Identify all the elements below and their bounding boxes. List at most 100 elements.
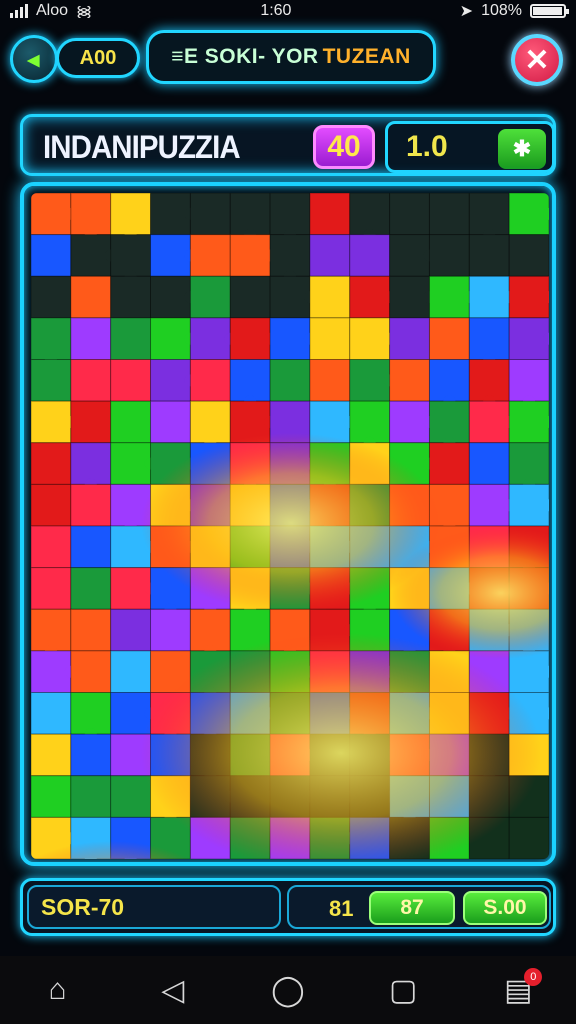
puzzle-piece[interactable] <box>229 193 271 236</box>
puzzle-piece[interactable] <box>189 275 231 319</box>
puzzle-piece[interactable] <box>31 775 72 818</box>
circle-home-icon[interactable]: ◯ <box>260 962 316 1018</box>
moves-value: 81 <box>329 896 354 921</box>
title-part-2: TUZEAN <box>322 45 411 68</box>
puzzle-piece[interactable] <box>508 359 549 402</box>
puzzle-piece[interactable] <box>269 234 311 277</box>
title-part-1: ≡E SOKI- YOR <box>171 45 319 68</box>
score-value: 1.0 <box>406 130 448 163</box>
location-icon: ➤ <box>459 3 474 20</box>
back-triangle-icon[interactable]: ◁ <box>145 962 201 1018</box>
puzzle-piece[interactable] <box>110 234 152 277</box>
puzzle-grid[interactable] <box>31 193 549 859</box>
puzzle-piece[interactable] <box>110 608 152 652</box>
battery-icon <box>530 4 569 18</box>
puzzle-piece[interactable] <box>229 359 271 402</box>
puzzle-piece[interactable] <box>31 442 72 485</box>
hint-button[interactable]: ✱ <box>498 129 546 169</box>
puzzle-piece[interactable] <box>31 733 72 777</box>
back-button[interactable]: ▼ <box>10 35 58 83</box>
puzzle-piece[interactable] <box>31 608 72 652</box>
puzzle-piece[interactable] <box>70 733 112 777</box>
puzzle-piece[interactable] <box>31 483 72 527</box>
home-icon[interactable]: ⌂ <box>30 962 86 1018</box>
puzzle-piece[interactable] <box>70 567 112 610</box>
puzzle-piece[interactable] <box>468 193 510 236</box>
puzzle-piece[interactable] <box>110 275 152 319</box>
chart-notification-icon[interactable]: ▤ 0 <box>490 962 546 1018</box>
puzzle-piece[interactable] <box>70 692 112 735</box>
puzzle-piece[interactable] <box>70 400 112 444</box>
puzzle-piece[interactable] <box>468 317 510 360</box>
puzzle-piece[interactable] <box>508 442 549 485</box>
puzzle-piece[interactable] <box>150 400 191 444</box>
puzzle-piece[interactable] <box>349 193 391 236</box>
puzzle-piece[interactable] <box>31 692 72 735</box>
puzzle-piece[interactable] <box>70 650 112 693</box>
wifi-icon: ᯼ <box>76 3 93 20</box>
info-bar: INDANIPUZZIA 40 1.0 ✱ <box>20 114 556 176</box>
puzzle-piece[interactable] <box>70 442 112 485</box>
puzzle-piece[interactable] <box>428 193 470 236</box>
puzzle-piece[interactable] <box>269 359 311 402</box>
puzzle-piece[interactable] <box>70 275 112 319</box>
puzzle-piece[interactable] <box>70 525 112 569</box>
puzzle-piece[interactable] <box>508 816 549 859</box>
puzzle-piece[interactable] <box>110 400 152 444</box>
puzzle-piece[interactable] <box>389 193 430 236</box>
puzzle-piece[interactable] <box>110 650 152 693</box>
close-button[interactable]: ✕ <box>511 34 563 86</box>
puzzle-piece[interactable] <box>110 317 152 360</box>
buy-button[interactable]: S.00 <box>463 891 547 925</box>
puzzle-piece[interactable] <box>70 775 112 818</box>
puzzle-piece[interactable] <box>428 400 470 444</box>
puzzle-piece[interactable] <box>189 608 231 652</box>
status-bar: Aloo ᯼ 1:60 ➤ 108% <box>0 0 576 22</box>
puzzle-piece[interactable] <box>70 483 112 527</box>
puzzle-piece[interactable] <box>229 275 271 319</box>
puzzle-piece[interactable] <box>428 442 470 485</box>
puzzle-board[interactable] <box>31 193 549 859</box>
puzzle-piece[interactable] <box>189 400 231 444</box>
puzzle-piece[interactable] <box>31 359 72 402</box>
puzzle-piece[interactable] <box>150 608 191 652</box>
puzzle-piece[interactable] <box>269 193 311 236</box>
puzzle-piece[interactable] <box>468 234 510 277</box>
puzzle-piece[interactable] <box>508 234 549 277</box>
level-badge: 40 <box>313 125 375 169</box>
puzzle-piece[interactable] <box>468 442 510 485</box>
puzzle-piece[interactable] <box>31 234 72 277</box>
puzzle-piece[interactable] <box>309 275 351 319</box>
puzzle-piece[interactable] <box>309 234 351 277</box>
puzzle-piece[interactable] <box>389 359 430 402</box>
puzzle-piece[interactable] <box>349 234 391 277</box>
shuffle-button[interactable]: 87 <box>369 891 455 925</box>
buy-label: S.00 <box>483 896 527 919</box>
puzzle-piece[interactable] <box>309 193 351 236</box>
puzzle-piece[interactable] <box>31 567 72 610</box>
puzzle-piece[interactable] <box>31 317 72 360</box>
puzzle-piece[interactable] <box>70 608 112 652</box>
puzzle-piece[interactable] <box>309 317 351 360</box>
puzzle-piece[interactable] <box>70 359 112 402</box>
square-recents-icon[interactable]: ▢ <box>375 962 431 1018</box>
puzzle-piece[interactable] <box>189 234 231 277</box>
puzzle-piece[interactable] <box>70 193 112 236</box>
puzzle-piece[interactable] <box>70 317 112 360</box>
puzzle-piece[interactable] <box>428 317 470 360</box>
puzzle-piece[interactable] <box>110 775 152 818</box>
puzzle-piece[interactable] <box>428 359 470 402</box>
puzzle-piece[interactable] <box>428 234 470 277</box>
puzzle-piece[interactable] <box>31 525 72 569</box>
puzzle-piece[interactable] <box>110 193 152 236</box>
puzzle-piece[interactable] <box>309 359 351 402</box>
puzzle-piece[interactable] <box>349 400 391 444</box>
close-icon: ✕ <box>524 43 550 77</box>
puzzle-piece[interactable] <box>468 359 510 402</box>
notification-badge: 0 <box>524 968 543 986</box>
puzzle-piece[interactable] <box>189 359 231 402</box>
puzzle-piece[interactable] <box>110 359 152 402</box>
puzzle-piece[interactable] <box>189 193 231 236</box>
puzzle-piece[interactable] <box>31 275 72 319</box>
puzzle-piece[interactable] <box>389 317 430 360</box>
